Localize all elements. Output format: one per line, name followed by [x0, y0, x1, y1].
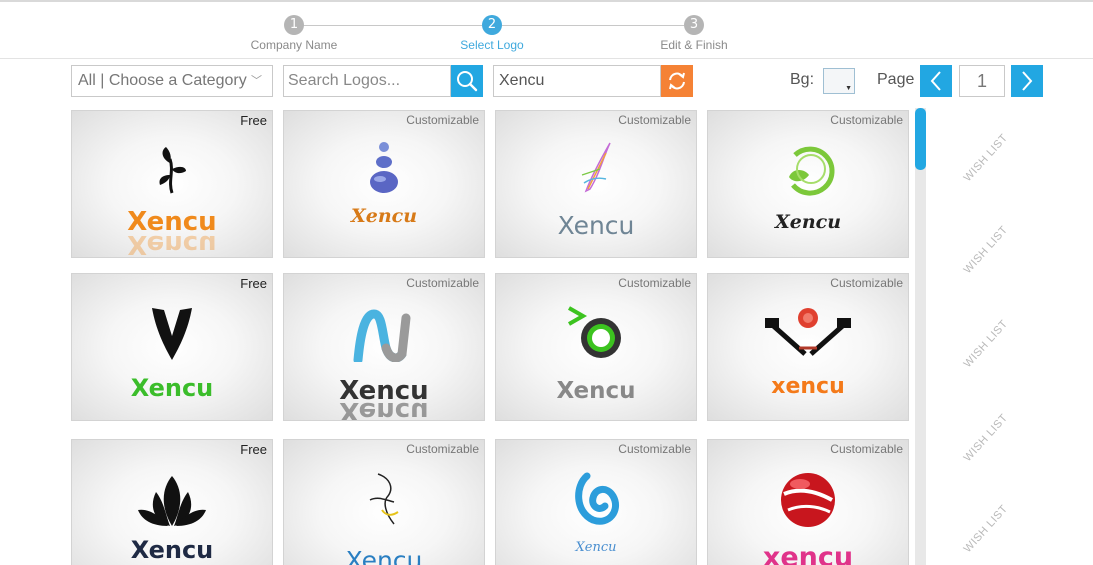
- logo-card[interactable]: Free Xencu: [71, 273, 273, 421]
- license-tag: Customizable: [830, 442, 903, 456]
- logo-card[interactable]: Customizable xencu: [707, 439, 909, 565]
- step-label: Edit & Finish: [660, 38, 728, 52]
- green-ring-icon: [496, 304, 696, 364]
- logo-wordmark: xencu: [762, 542, 854, 565]
- logo-card[interactable]: Customizable Xencu: [283, 439, 485, 565]
- license-tag: Customizable: [406, 113, 479, 127]
- sprout-icon: [72, 141, 272, 195]
- step-number: 1: [284, 15, 304, 35]
- blue-swirl-icon: [496, 472, 696, 528]
- dancer-figure-icon: [284, 470, 484, 528]
- refresh-icon: [669, 72, 685, 90]
- license-tag: Free: [240, 113, 267, 128]
- ribbon-n-icon: [284, 308, 484, 362]
- logo-wordmark: xencu: [771, 374, 845, 399]
- next-page-button[interactable]: [1011, 65, 1043, 97]
- background-color-picker[interactable]: ▼: [823, 68, 855, 94]
- scrollbar-thumb[interactable]: [915, 108, 926, 170]
- license-tag: Customizable: [618, 113, 691, 127]
- page-number-input[interactable]: 1: [959, 65, 1005, 97]
- feather-quill-icon: [496, 139, 696, 195]
- step-number: 2: [482, 15, 502, 35]
- logo-card[interactable]: Customizable Xencu: [495, 439, 697, 565]
- lotus-flame-icon: [72, 474, 272, 528]
- license-tag: Customizable: [406, 276, 479, 290]
- step-number: 3: [684, 15, 704, 35]
- search-input[interactable]: Search Logos...: [283, 65, 451, 97]
- step-company-name[interactable]: 1 Company Name: [214, 15, 374, 52]
- progress-stepper: 1 Company Name 2 Select Logo 3 Edit & Fi…: [0, 0, 1093, 59]
- company-name-value: Xencu: [499, 72, 545, 89]
- step-edit-finish[interactable]: 3 Edit & Finish: [614, 15, 774, 52]
- wish-list-tab[interactable]: WISH LIST: [955, 495, 1017, 562]
- refresh-button[interactable]: [661, 65, 693, 97]
- logo-maker-page: { "stepper": { "steps": [ {"number": "1"…: [0, 0, 1093, 565]
- logo-wordmark: Xencu: [556, 378, 636, 404]
- license-tag: Customizable: [830, 276, 903, 290]
- wish-list-tab[interactable]: WISH LIST: [955, 310, 1017, 377]
- company-name-input[interactable]: Xencu: [493, 65, 661, 97]
- green-leaf-circle-icon: [708, 141, 908, 197]
- logo-wordmark-reflection: Xencu: [127, 229, 217, 258]
- chevron-down-icon: ﹀: [251, 75, 262, 87]
- license-tag: Customizable: [406, 442, 479, 456]
- license-tag: Free: [240, 276, 267, 291]
- wish-list-tab[interactable]: WISH LIST: [955, 124, 1017, 191]
- logo-card[interactable]: Free Xencu Xencu: [71, 110, 273, 258]
- logo-wordmark: Xencu: [774, 211, 842, 233]
- logo-wordmark: Xencu: [350, 205, 418, 227]
- logo-wordmark: Xencu: [130, 374, 214, 402]
- step-label: Select Logo: [460, 38, 524, 52]
- license-tag: Customizable: [618, 276, 691, 290]
- step-label: Company Name: [250, 38, 338, 52]
- previous-page-button[interactable]: [920, 65, 952, 97]
- tattoo-machines-rose-icon: [708, 304, 908, 360]
- license-tag: Customizable: [618, 442, 691, 456]
- logo-wordmark: Xencu: [557, 211, 635, 240]
- logo-card[interactable]: Customizable Xencu: [495, 110, 697, 258]
- search-button[interactable]: [451, 65, 483, 97]
- search-placeholder: Search Logos...: [288, 72, 401, 89]
- wish-list-tab[interactable]: WISH LIST: [955, 404, 1017, 471]
- v-shield-icon: [72, 306, 272, 360]
- logo-card[interactable]: Customizable Xencu: [495, 273, 697, 421]
- license-tag: Free: [240, 442, 267, 457]
- search-icon: [457, 71, 478, 92]
- filter-toolbar: All | Choose a Category ﹀ Search Logos..…: [0, 60, 1093, 104]
- caret-down-icon: ▼: [845, 85, 852, 92]
- logo-card[interactable]: Customizable Xencu: [707, 110, 909, 258]
- logo-card[interactable]: Free Xencu: [71, 439, 273, 565]
- stacked-stones-icon: [284, 139, 484, 195]
- bg-label: Bg:: [790, 71, 815, 88]
- red-sphere-icon: [708, 470, 908, 528]
- logo-card[interactable]: Customizable xencu: [707, 273, 909, 421]
- logo-wordmark: Xencu: [575, 540, 617, 555]
- step-select-logo[interactable]: 2 Select Logo: [412, 15, 572, 52]
- category-select[interactable]: All | Choose a Category ﹀: [71, 65, 273, 97]
- category-select-value: All | Choose a Category: [78, 72, 247, 89]
- logo-wordmark: Xencu: [130, 536, 214, 564]
- logo-wordmark-reflection: Xencu: [339, 396, 429, 421]
- logo-wordmark: Xencu: [345, 546, 423, 565]
- logo-card[interactable]: Customizable Xencu: [283, 110, 485, 258]
- chevron-left-icon: [930, 71, 941, 91]
- scrollbar-track[interactable]: [915, 108, 926, 565]
- license-tag: Customizable: [830, 113, 903, 127]
- wish-list-tab[interactable]: WISH LIST: [955, 216, 1017, 283]
- logo-card[interactable]: Customizable Xencu Xencu: [283, 273, 485, 421]
- page-label: Page: [877, 71, 915, 88]
- chevron-right-icon: [1022, 71, 1033, 91]
